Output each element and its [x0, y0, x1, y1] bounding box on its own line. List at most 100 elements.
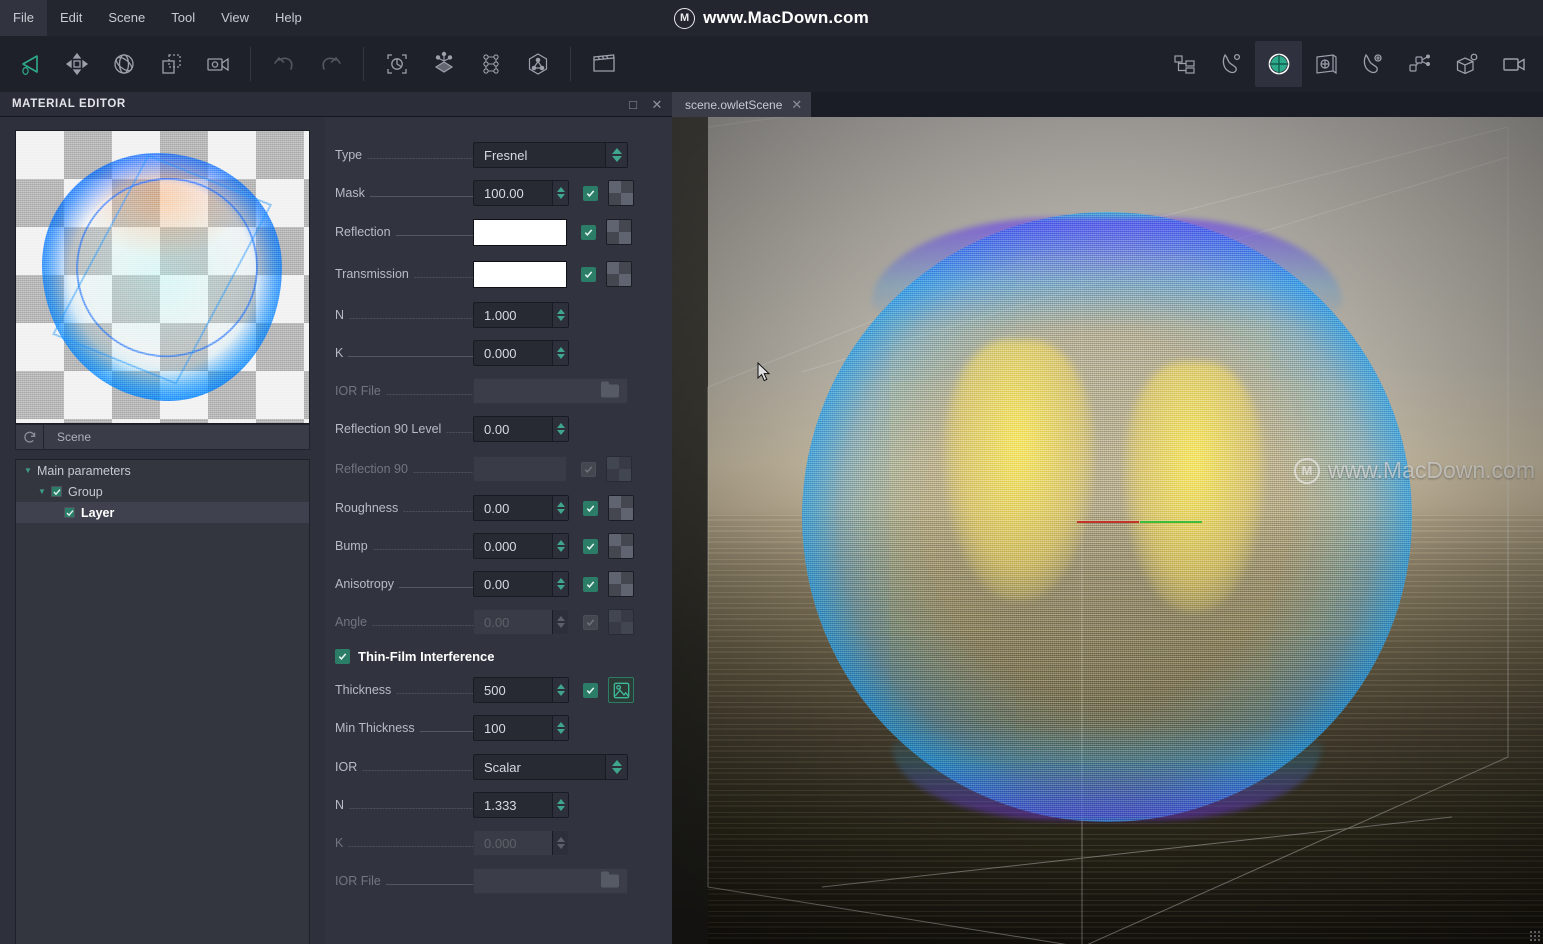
chevron-down-icon[interactable]: ▼ — [24, 466, 37, 475]
render-viewport[interactable]: M www.MacDown.com — [672, 117, 1543, 944]
tree-node-main-parameters[interactable]: ▼ Main parameters — [16, 460, 309, 481]
tree-node-group[interactable]: ▼ Group — [16, 481, 309, 502]
close-button[interactable]: ✕ — [650, 97, 664, 113]
transmission-color-swatch[interactable] — [473, 260, 567, 288]
reflection-90-color-swatch[interactable] — [473, 456, 567, 482]
reflection-color-swatch[interactable] — [473, 218, 567, 246]
angle-enable-checkbox[interactable] — [583, 614, 598, 630]
particles-tool[interactable] — [420, 41, 467, 87]
bump-input[interactable]: 0.000 — [473, 533, 569, 559]
menu-item-tool[interactable]: Tool — [158, 0, 208, 36]
geometry-settings-icon[interactable] — [1443, 41, 1490, 87]
undo-tool[interactable] — [260, 41, 307, 87]
mask-input[interactable]: 100.00 — [473, 180, 569, 206]
spinner-icon[interactable] — [552, 341, 568, 365]
bump-enable-checkbox[interactable] — [583, 538, 598, 554]
bump-texture-button[interactable] — [608, 533, 634, 559]
transmission-enable-checkbox[interactable] — [581, 266, 596, 282]
select-arrow-tool[interactable] — [6, 41, 53, 87]
ior-file-input[interactable] — [473, 378, 628, 404]
thickness-texture-image-button[interactable] — [608, 677, 634, 703]
maximize-button[interactable]: □ — [626, 97, 640, 112]
material-preview[interactable] — [15, 130, 310, 424]
chevron-down-icon[interactable]: ▼ — [38, 487, 51, 496]
menu-item-file[interactable]: File — [0, 0, 47, 36]
spinner-icon[interactable] — [552, 678, 568, 702]
spinner-icon[interactable] — [552, 572, 568, 596]
tree-node-checkbox[interactable] — [64, 507, 75, 518]
hexagon-node-tool[interactable] — [514, 41, 561, 87]
anisotropy-input[interactable]: 0.00 — [473, 571, 569, 597]
preview-scene-selector[interactable]: Scene — [15, 424, 310, 450]
ior-combobox[interactable]: Scalar — [473, 754, 628, 780]
mask-texture-button[interactable] — [608, 180, 634, 206]
spinner-icon[interactable] — [552, 716, 568, 740]
reflection-texture-button[interactable] — [606, 219, 632, 245]
n-input[interactable]: 1.000 — [473, 302, 569, 328]
mask-enable-checkbox[interactable] — [583, 185, 598, 201]
folder-icon[interactable] — [601, 381, 619, 398]
reflection-90-texture-button[interactable] — [606, 456, 632, 482]
menu-item-scene[interactable]: Scene — [95, 0, 158, 36]
node-graph-icon[interactable] — [1396, 41, 1443, 87]
material-add-icon[interactable] — [1349, 41, 1396, 87]
rotate-tool[interactable] — [100, 41, 147, 87]
thin-film-n-input[interactable]: 1.333 — [473, 792, 569, 818]
transmission-texture-button[interactable] — [606, 261, 632, 287]
tree-node-checkbox[interactable] — [51, 486, 62, 497]
camera-settings-tool[interactable] — [194, 41, 241, 87]
roughness-input[interactable]: 0.00 — [473, 495, 569, 521]
type-combobox[interactable]: Fresnel — [473, 142, 628, 168]
texture-editor-icon[interactable] — [1302, 41, 1349, 87]
thin-film-enable-checkbox[interactable] — [335, 648, 350, 664]
material-layer-tree[interactable]: ▼ Main parameters ▼ Group Layer — [15, 459, 310, 944]
reflection-enable-checkbox[interactable] — [581, 224, 596, 240]
tab-scene-owletscene[interactable]: scene.owletScene ✕ — [672, 92, 813, 117]
min-thickness-input[interactable]: 100 — [473, 715, 569, 741]
chevron-updown-icon[interactable] — [605, 143, 627, 167]
tree-node-layer[interactable]: Layer — [16, 502, 309, 523]
menu-item-view[interactable]: View — [208, 0, 262, 36]
environment-sphere-icon[interactable] — [1255, 41, 1302, 87]
param-row-anisotropy: Anisotropy 0.00 — [325, 565, 672, 603]
lattice-tool[interactable] — [467, 41, 514, 87]
angle-texture-button[interactable] — [608, 609, 634, 635]
anisotropy-enable-checkbox[interactable] — [583, 576, 598, 592]
roughness-texture-button[interactable] — [608, 495, 634, 521]
spinner-icon[interactable] — [552, 831, 568, 855]
gizmo-x-axis[interactable] — [1077, 521, 1139, 523]
refresh-icon[interactable] — [16, 425, 44, 449]
spinner-icon[interactable] — [552, 610, 568, 634]
spinner-icon[interactable] — [552, 496, 568, 520]
menu-item-help[interactable]: Help — [262, 0, 315, 36]
thickness-enable-checkbox[interactable] — [583, 682, 598, 698]
clapperboard-tool[interactable] — [580, 41, 627, 87]
reflection-90-enable-checkbox[interactable] — [581, 461, 596, 477]
roughness-enable-checkbox[interactable] — [583, 500, 598, 516]
anisotropy-texture-button[interactable] — [608, 571, 634, 597]
thickness-input[interactable]: 500 — [473, 677, 569, 703]
render-camera-icon[interactable] — [1490, 41, 1537, 87]
move-tool[interactable] — [53, 41, 100, 87]
spinner-icon[interactable] — [552, 303, 568, 327]
thin-film-ior-file-input[interactable] — [473, 868, 628, 894]
resize-grip-icon[interactable] — [1529, 930, 1541, 942]
menu-item-edit[interactable]: Edit — [47, 0, 95, 36]
k-input[interactable]: 0.000 — [473, 340, 569, 366]
spinner-icon[interactable] — [552, 534, 568, 558]
spinner-icon[interactable] — [552, 417, 568, 441]
spinner-icon[interactable] — [552, 793, 568, 817]
gizmo-y-axis[interactable] — [1140, 521, 1202, 523]
angle-input[interactable]: 0.00 — [473, 609, 569, 635]
folder-icon[interactable] — [601, 871, 619, 888]
tab-close-icon[interactable]: ✕ — [791, 97, 802, 113]
spinner-icon[interactable] — [552, 181, 568, 205]
redo-tool[interactable] — [307, 41, 354, 87]
reflection-90-level-input[interactable]: 0.00 — [473, 416, 569, 442]
duplicate-tool[interactable] — [147, 41, 194, 87]
material-editor-icon[interactable] — [1208, 41, 1255, 87]
chevron-updown-icon[interactable] — [605, 755, 627, 779]
thin-film-k-input[interactable]: 0.000 — [473, 830, 569, 856]
object-bounds-tool[interactable] — [373, 41, 420, 87]
scene-tree-icon[interactable] — [1161, 41, 1208, 87]
